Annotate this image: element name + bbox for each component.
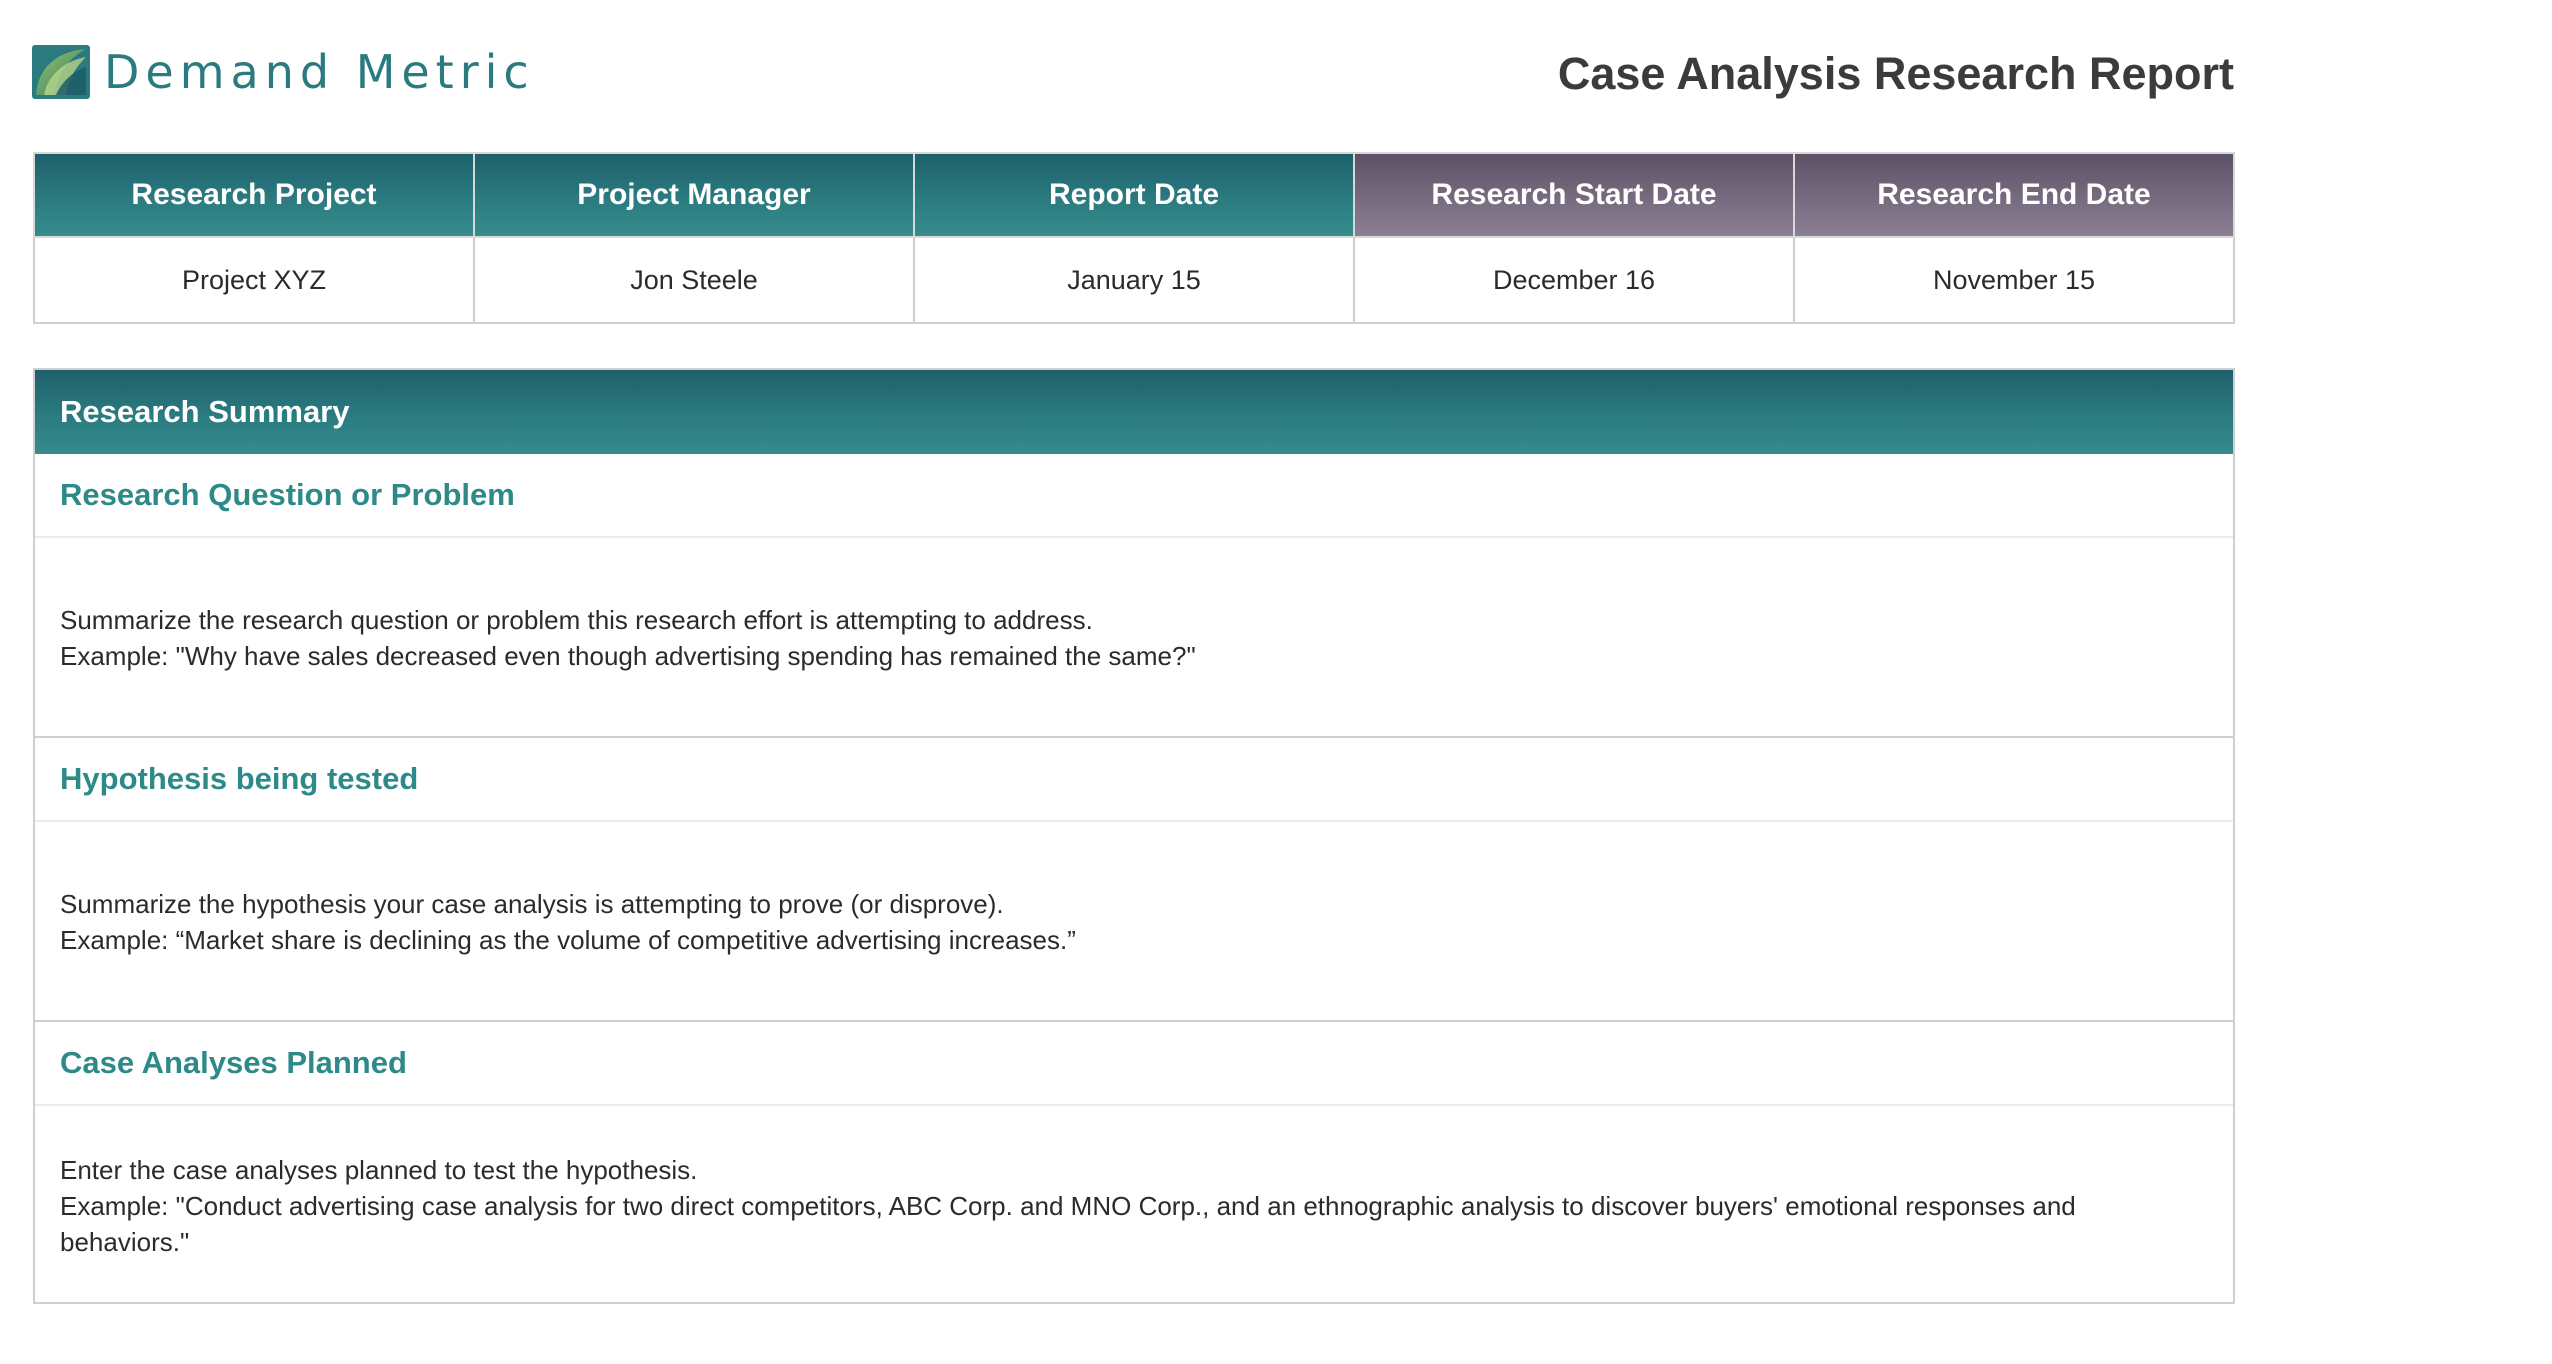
brand-name: Demand Metric — [104, 45, 535, 99]
research-question-heading: Research Question or Problem — [35, 454, 2233, 538]
hypothesis-text[interactable]: Summarize the hypothesis your case analy… — [35, 822, 2233, 1022]
header-research-start-date: Research Start Date — [1353, 152, 1795, 238]
brand-logo: Demand Metric — [32, 44, 535, 100]
case-analyses-line-1: Enter the case analyses planned to test … — [60, 1155, 698, 1185]
research-question-line-1: Summarize the research question or probl… — [60, 605, 1093, 635]
project-info-table: Research Project Project Manager Report … — [33, 152, 2235, 324]
report-date-value[interactable]: January 15 — [913, 236, 1355, 324]
research-summary-heading: Research Summary — [35, 370, 2233, 454]
info-header-row: Research Project Project Manager Report … — [33, 152, 2235, 238]
research-end-date-value[interactable]: November 15 — [1793, 236, 2235, 324]
hypothesis-heading: Hypothesis being tested — [35, 738, 2233, 822]
research-start-date-value[interactable]: December 16 — [1353, 236, 1795, 324]
header-project-manager: Project Manager — [473, 152, 915, 238]
research-summary-panel: Research Summary Research Question or Pr… — [33, 368, 2235, 1304]
page-title: Case Analysis Research Report — [1557, 48, 2234, 99]
research-question-line-2: Example: "Why have sales decreased even … — [60, 641, 1196, 671]
case-analyses-heading: Case Analyses Planned — [35, 1022, 2233, 1106]
research-question-text[interactable]: Summarize the research question or probl… — [35, 538, 2233, 738]
research-project-value[interactable]: Project XYZ — [33, 236, 475, 324]
header-research-end-date: Research End Date — [1793, 152, 2235, 238]
header-report-date: Report Date — [913, 152, 1355, 238]
case-analyses-line-2: Example: "Conduct advertising case analy… — [60, 1191, 2076, 1257]
header-research-project: Research Project — [33, 152, 475, 238]
demand-metric-logo-icon — [32, 45, 90, 99]
hypothesis-line-1: Summarize the hypothesis your case analy… — [60, 889, 1004, 919]
case-analyses-text[interactable]: Enter the case analyses planned to test … — [35, 1106, 2233, 1302]
hypothesis-line-2: Example: “Market share is declining as t… — [60, 925, 1076, 955]
project-manager-value[interactable]: Jon Steele — [473, 236, 915, 324]
info-value-row: Project XYZ Jon Steele January 15 Decemb… — [33, 236, 2235, 324]
